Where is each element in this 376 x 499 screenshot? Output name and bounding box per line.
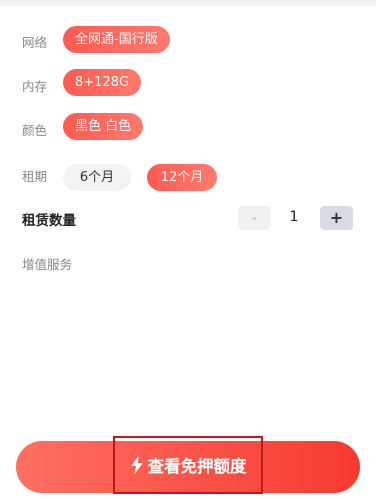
- value-added-services-label: 增值服务: [22, 257, 73, 272]
- quantity-decrement-button[interactable]: -: [238, 206, 271, 230]
- memory-option-8-128g[interactable]: 8+128G: [63, 69, 142, 96]
- term-option-12-months[interactable]: 12个月: [147, 164, 217, 191]
- cta-highlight[interactable]: 查看免押额度: [113, 436, 263, 494]
- term-option-6-months[interactable]: 6个月: [63, 164, 131, 191]
- color-option-black-white[interactable]: 黑色 白色: [63, 113, 144, 140]
- quantity-increment-button[interactable]: +: [320, 206, 353, 230]
- color-label: 颜色: [22, 123, 48, 138]
- top-divider: [0, 0, 376, 6]
- quantity-label: 租赁数量: [22, 213, 76, 229]
- memory-label: 内存: [22, 79, 48, 94]
- network-option-all-net[interactable]: 全网通-国行版: [63, 26, 170, 53]
- cta-label: 查看免押额度: [147, 457, 247, 476]
- quantity-value: 1: [289, 209, 299, 225]
- lightning-bolt-icon: [130, 456, 143, 474]
- network-label: 网络: [22, 35, 48, 50]
- term-label: 租期: [22, 169, 48, 184]
